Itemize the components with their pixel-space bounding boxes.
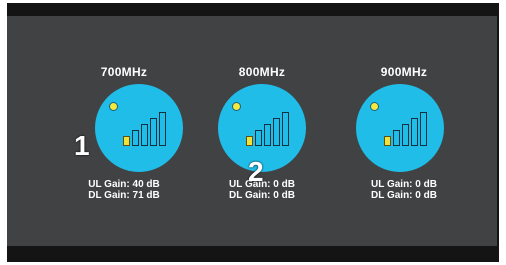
band-dial-button[interactable] [356,84,444,172]
signal-bar [264,124,271,146]
signal-bar [282,112,289,146]
status-dot-icon [109,102,118,111]
signal-bar [273,118,280,146]
band-panel-700: 700MHz UL Gain: 40 dB DL Gain: 71 dB [49,16,199,246]
signal-bar [393,130,400,146]
signal-bar [141,124,148,146]
signal-strength-icon [384,110,430,146]
band-title: 800MHz [238,65,286,79]
band-title: 900MHz [380,65,428,79]
signal-bar [132,130,139,146]
annotation-marker-1: 1 [74,130,90,161]
signal-bar [420,112,427,146]
signal-bar [255,130,262,146]
signal-bar [246,136,253,146]
signal-strength-icon [246,110,292,146]
dl-gain-label: DL Gain: 0 dB [229,190,295,201]
signal-bar [402,124,409,146]
band-panel-900: 900MHz UL Gain: 0 dB DL Gain: 0 dB [329,16,479,246]
band-dial-button[interactable] [95,84,183,172]
ul-gain-label: UL Gain: 40 dB [88,179,160,190]
band-panel-800: 800MHz UL Gain: 0 dB DL Gain: 0 dB [187,16,337,246]
display-screen: 700MHz UL Gain: 40 dB DL Gain: 71 dB 800… [7,16,497,246]
annotation-marker-2: 2 [248,156,264,187]
status-dot-icon [232,102,241,111]
ul-gain-label: UL Gain: 0 dB [371,179,437,190]
dl-gain-label: DL Gain: 0 dB [371,190,437,201]
signal-bar [159,112,166,146]
band-title: 700MHz [100,65,148,79]
signal-strength-icon [123,110,169,146]
signal-bar [123,136,130,146]
device-display-frame: 700MHz UL Gain: 40 dB DL Gain: 71 dB 800… [7,3,499,262]
status-dot-icon [370,102,379,111]
signal-bar [411,118,418,146]
dl-gain-label: DL Gain: 71 dB [88,190,160,201]
signal-bar [384,136,391,146]
signal-bar [150,118,157,146]
